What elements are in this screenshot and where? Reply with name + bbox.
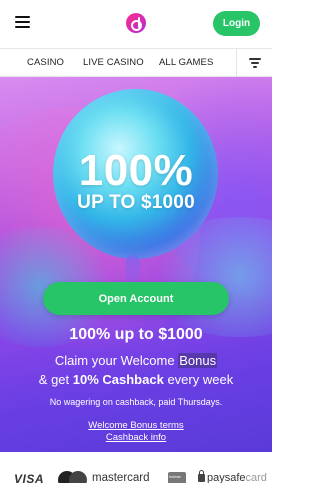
promo-text: & get [38,372,73,387]
tab-all-games[interactable]: ALL GAMES [159,57,213,68]
payment-methods: VISA mastercard Interac paysafecard [0,452,272,483]
category-tabs: CASINO LIVE CASINO ALL GAMES [0,48,272,77]
paysafecard-logo: paysafecard [207,472,267,483]
mastercard-icon [58,471,88,483]
promo-title: 100% up to $1000 [69,326,203,343]
paysafe-suffix: card [245,472,267,483]
mastercard-logo: mastercard [92,472,150,483]
open-account-button[interactable]: Open Account [43,282,229,315]
bonus-amount: UP TO $1000 [77,192,195,213]
promo-highlight: Bonus [178,353,218,368]
filter-icon[interactable] [249,58,261,68]
promo-text: Claim your Welcome [54,353,179,368]
promo-line-2: & get 10% Cashback every week [0,372,272,387]
hero-banner: 100% UP TO $1000 Open Account 100% up to… [0,77,272,452]
interac-logo: Interac [169,474,182,479]
tabs-divider [236,49,237,77]
menu-icon[interactable] [15,16,30,28]
tab-casino[interactable]: CASINO [27,57,64,68]
promo-note: No wagering on cashback, paid Thursdays. [49,397,223,407]
visa-logo: VISA [14,472,45,483]
paysafe-text: paysafe [207,472,246,483]
brand-logo[interactable] [126,13,146,33]
promo-text: every week [163,372,234,387]
login-button[interactable]: Login [213,11,260,36]
welcome-bonus-terms-link[interactable]: Welcome Bonus terms [0,420,272,431]
lock-icon [198,470,205,482]
tab-live-casino[interactable]: LIVE CASINO [83,57,144,68]
promo-line-1: Claim your Welcome Bonus [0,353,272,368]
cashback-info-link[interactable]: Cashback info [0,432,272,443]
promo-cashback: 10% Cashback [72,372,164,387]
top-header: Login [0,0,272,48]
bonus-percent: 100% [78,146,194,195]
